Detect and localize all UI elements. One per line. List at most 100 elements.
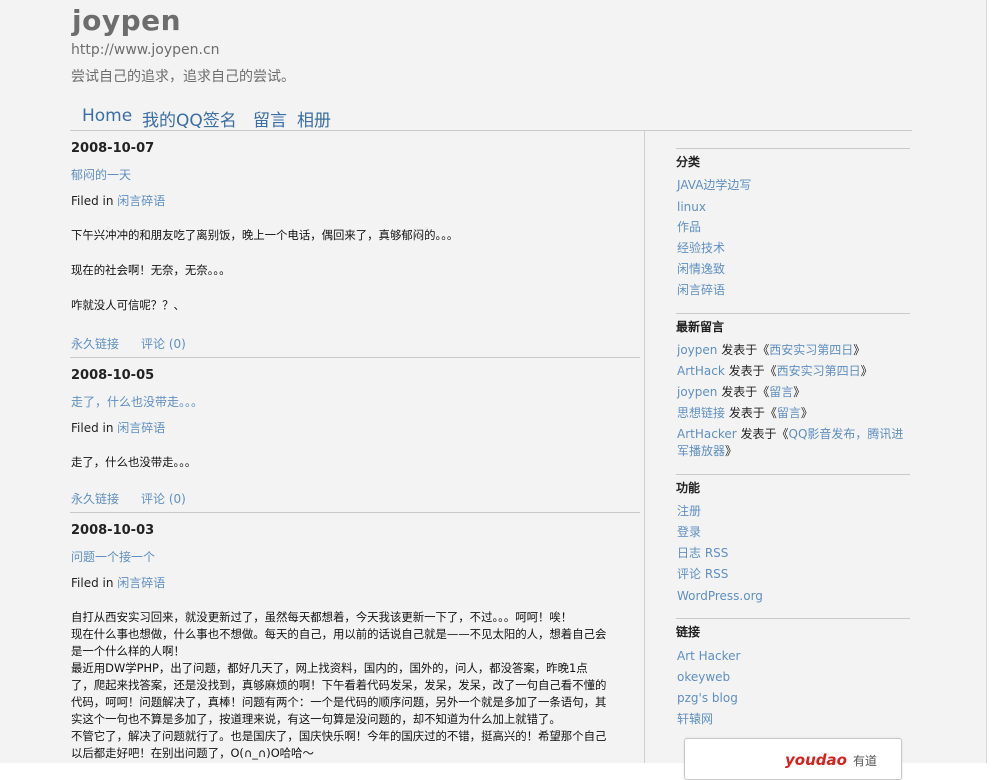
post-body-line: 以后都走好吧！在别出问题了，O(∩_∩)O哈哈～ [71, 746, 314, 760]
post-title-link[interactable]: 问题一个接一个 [71, 548, 155, 565]
login-link[interactable]: 登录 [677, 524, 701, 541]
post-title-link[interactable]: 走了，什么也没带走。。。 [71, 393, 203, 410]
comments-link[interactable]: 评论 (0) [141, 337, 186, 351]
comment-posted-on: 发表于《 [721, 385, 770, 399]
post-body-line: 走了，什么也没带走。。。 [71, 455, 197, 469]
sidebar-separator [676, 148, 910, 149]
comment-close-quote: 》 [793, 385, 806, 399]
post-body-line: 了，爬起来找答案，还是没找到，真够麻烦的啊！下午看着代码发呆，发呆，发呆，改了一… [71, 678, 607, 692]
comment-post-link[interactable]: 军播放器 [677, 444, 725, 458]
comments-rss-link[interactable]: 评论 RSS [677, 566, 728, 583]
comment-post-link[interactable]: 西安实习第四日 [769, 343, 853, 357]
category-link[interactable]: 闲情逸致 [677, 261, 725, 278]
page: joypen http://www.joypen.cn 尝试自己的追求，追求自己… [0, 0, 986, 780]
site-url: http://www.joypen.cn [71, 42, 220, 58]
comment-post-link[interactable]: 西安实习第四日 [777, 364, 861, 378]
post-category-link[interactable]: 闲言碎语 [117, 421, 165, 435]
comment-author-link[interactable]: 思想链接 [677, 406, 725, 420]
blogroll-link[interactable]: okeyweb [677, 669, 730, 686]
nav-qq-signature[interactable]: 我的QQ签名 [142, 106, 237, 131]
category-link[interactable]: 闲言碎语 [677, 282, 725, 299]
post-body-line: 实这个一句也不算是多加了，按道理来说，有这一句算是没问题的，却不知道为什么加上就… [71, 712, 561, 726]
post-body-line: 代码，呵呵！问题解决了，真棒！问题有两个：一个是代码的顺序问题，另外一个就是多加… [71, 695, 607, 709]
youdao-toolbar-widget[interactable]: youdao 有道 [684, 738, 902, 780]
site-title[interactable]: joypen [72, 4, 181, 37]
category-link[interactable]: 经验技术 [677, 240, 725, 257]
comment-author-link[interactable]: joypen [677, 385, 717, 399]
sidebar-separator [676, 474, 910, 475]
youdao-logo-text: youdao [785, 751, 847, 769]
comment-posted-on: 发表于《 [728, 364, 777, 378]
recent-comment: joypen 发表于《留言》 [677, 384, 805, 401]
functions-heading: 功能 [676, 481, 701, 495]
entries-rss-link[interactable]: 日志 RSS [677, 545, 728, 562]
column-divider [644, 131, 645, 763]
post-body-line: 自打从西安实习回来，就没更新过了，虽然每天都想着，今天我该更新一下了，不过。。。… [71, 610, 573, 624]
post-category-link[interactable]: 闲言碎语 [117, 194, 165, 208]
post-separator [70, 512, 640, 513]
sidebar-separator [676, 313, 910, 314]
recent-comment: 思想链接 发表于《留言》 [677, 405, 813, 422]
comment-post-link[interactable]: 留言 [769, 385, 793, 399]
category-link[interactable]: 作品 [677, 219, 701, 236]
comment-post-link[interactable]: 留言 [777, 406, 801, 420]
recent-comments-heading: 最新留言 [676, 320, 725, 334]
nav-album[interactable]: 相册 [297, 106, 331, 131]
comments-link[interactable]: 评论 (0) [141, 492, 186, 506]
post-body-line: 最近用DW学PHP，出了问题，都好几天了，网上找资料，国内的，国外的，问人，都没… [71, 661, 588, 675]
nav-home[interactable]: Home [82, 106, 132, 126]
blogroll-link[interactable]: Art Hacker [677, 648, 740, 665]
main-nav: Home 我的QQ签名 留言 相册 [70, 102, 912, 131]
links-heading: 链接 [676, 625, 701, 639]
post-meta: 永久链接 评论 (0) [71, 490, 186, 507]
wordpress-link[interactable]: WordPress.org [677, 588, 763, 605]
comment-post-link[interactable]: QQ影音发布，腾讯进 [789, 427, 904, 441]
post-date: 2008-10-03 [71, 523, 155, 538]
comment-close-quote: 》 [860, 364, 873, 378]
categories-heading: 分类 [676, 155, 701, 169]
recent-comment-continued: 军播放器》 [677, 443, 737, 460]
comment-close-quote: 》 [725, 444, 738, 458]
comment-close-quote: 》 [853, 343, 866, 357]
post-meta: 永久链接 评论 (0) [71, 335, 186, 352]
recent-comment: ArtHack 发表于《西安实习第四日》 [677, 363, 873, 380]
post-body-line: 现在的社会啊！无奈，无奈。。。 [71, 263, 231, 277]
recent-comment: joypen 发表于《西安实习第四日》 [677, 342, 865, 359]
filed-in-label: Filed in [71, 576, 114, 590]
filed-in-label: Filed in [71, 194, 114, 208]
post-body-line: 现在什么事也想做，什么事也不想做。每天的自己，用以前的话说自己就是——不见太阳的… [71, 627, 607, 641]
post-filed-in: Filed in 闲言碎语 [71, 574, 165, 591]
youdao-logo: youdao 有道 [785, 751, 877, 769]
post-category-link[interactable]: 闲言碎语 [117, 576, 165, 590]
comment-posted-on: 发表于《 [721, 343, 770, 357]
post-separator [70, 357, 640, 358]
nav-guestbook[interactable]: 留言 [253, 106, 287, 131]
comment-author-link[interactable]: joypen [677, 343, 717, 357]
post-filed-in: Filed in 闲言碎语 [71, 419, 165, 436]
post-filed-in: Filed in 闲言碎语 [71, 192, 165, 209]
post-body-line: 是一个什么样的人啊！ [71, 644, 185, 658]
category-link[interactable]: linux [677, 199, 706, 216]
recent-comment: ArtHacker 发表于《QQ影音发布，腾讯进 [677, 426, 903, 443]
post-body-line: 咋就没人可信呢？？、 [71, 298, 185, 312]
comment-author-link[interactable]: ArtHacker [677, 427, 737, 441]
post-body-line: 下午兴冲冲的和朋友吃了离别饭，晚上一个电话，偶回来了，真够郁闷的。。。 [71, 228, 459, 242]
permalink-link[interactable]: 永久链接 [71, 492, 119, 506]
post-date: 2008-10-07 [71, 141, 155, 156]
comment-posted-on: 发表于《 [728, 406, 777, 420]
comment-author-link[interactable]: ArtHack [677, 364, 725, 378]
blogroll-link[interactable]: pzg's blog [677, 690, 738, 707]
post-date: 2008-10-05 [71, 368, 155, 383]
post-body-line: 不管它了，解决了问题就行了。也是国庆了，国庆快乐啊！今年的国庆过的不错，挺高兴的… [71, 729, 607, 743]
blogroll-link[interactable]: 轩辕网 [677, 711, 713, 728]
comment-close-quote: 》 [800, 406, 813, 420]
scrollbar[interactable] [986, 0, 1000, 763]
filed-in-label: Filed in [71, 421, 114, 435]
category-link[interactable]: JAVA边学边写 [677, 177, 751, 194]
register-link[interactable]: 注册 [677, 503, 701, 520]
comment-posted-on: 发表于《 [740, 427, 789, 441]
permalink-link[interactable]: 永久链接 [71, 337, 119, 351]
sidebar-separator [676, 618, 910, 619]
post-title-link[interactable]: 郁闷的一天 [71, 166, 131, 183]
site-tagline: 尝试自己的追求，追求自己的尝试。 [71, 69, 295, 85]
